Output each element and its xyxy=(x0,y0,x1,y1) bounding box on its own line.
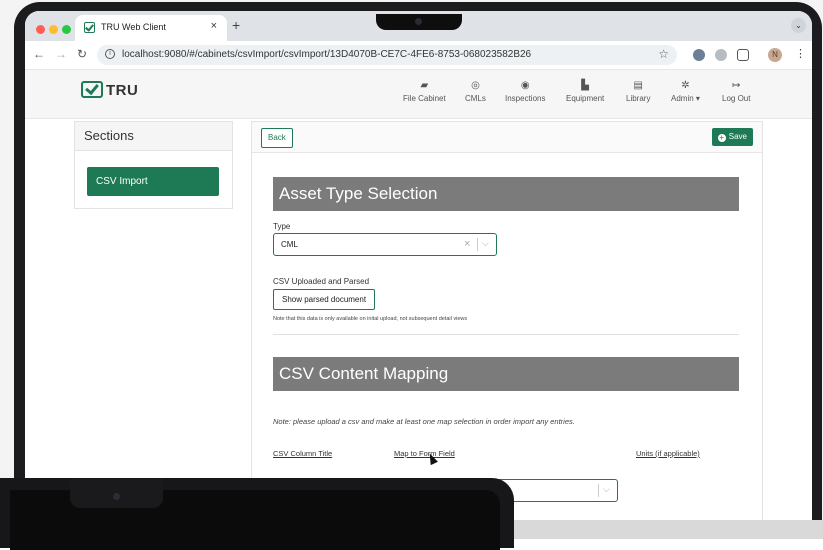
asset-type-heading: Asset Type Selection xyxy=(273,177,739,211)
address-bar: ← → ↻ i localhost:9080/#/cabinets/csvImp… xyxy=(25,41,812,70)
site-info-icon[interactable]: i xyxy=(105,49,115,59)
nav-admin[interactable]: ✲ Admin ▾ xyxy=(671,80,700,103)
back-arrow-icon[interactable]: ← xyxy=(33,47,45,61)
select-separator xyxy=(477,238,478,251)
maximize-window-icon[interactable] xyxy=(62,25,71,34)
logo-text[interactable]: TRU xyxy=(106,82,138,99)
save-button[interactable]: + Save xyxy=(711,128,753,146)
mapping-note: Note: please upload a csv and make at le… xyxy=(273,417,575,426)
csv-mapping-heading: CSV Content Mapping xyxy=(273,357,739,391)
url-text[interactable]: localhost:9080/#/cabinets/csvImport/csvI… xyxy=(122,49,531,60)
forward-arrow-icon[interactable]: → xyxy=(55,47,67,61)
factory-icon: ▙ xyxy=(581,80,589,91)
logout-icon: ↦ xyxy=(732,80,741,91)
nav-label: Equipment xyxy=(566,94,605,103)
column-header-map-field[interactable]: Map to Form Field xyxy=(394,449,455,458)
column-header-units[interactable]: Units (if applicable) xyxy=(636,449,700,458)
select-separator xyxy=(598,484,599,497)
close-window-icon[interactable] xyxy=(36,25,45,34)
extension-icon[interactable] xyxy=(715,49,727,61)
foreground-laptop xyxy=(0,478,514,550)
type-label: Type xyxy=(273,222,291,231)
sections-title: Sections xyxy=(75,122,232,151)
nav-label: Library xyxy=(626,94,651,103)
desk-surface xyxy=(514,520,823,539)
sections-panel: Sections CSV Import xyxy=(74,121,233,209)
page-content: Sections CSV Import Back + Save Asset Typ… xyxy=(25,119,812,532)
plus-circle-icon: + xyxy=(717,133,726,142)
camera-notch xyxy=(376,14,462,30)
minimize-window-icon[interactable] xyxy=(49,25,58,34)
new-tab-button[interactable]: + xyxy=(232,17,240,33)
tab-search-icon[interactable]: ⌄ xyxy=(791,18,806,33)
upload-note: Note that this data is only available on… xyxy=(273,316,468,322)
laptop-frame: TRU Web Client × + ⌄ ← → ↻ i localhost:9… xyxy=(0,0,823,539)
reload-icon[interactable]: ↻ xyxy=(77,47,87,61)
puzzle-extensions-icon[interactable] xyxy=(737,49,749,61)
profile-avatar[interactable]: N xyxy=(768,48,782,62)
nav-label: CMLs xyxy=(465,94,486,103)
nav-inspections[interactable]: ◉ Inspections xyxy=(505,80,545,103)
app-header: TRU ▰ File Cabinet ◎ CMLs ◉ Inspections … xyxy=(25,70,812,119)
folder-icon: ▰ xyxy=(420,80,429,91)
form-toolbar: Back + Save xyxy=(252,122,762,153)
gear-icon: ✲ xyxy=(681,80,690,91)
type-value: CML xyxy=(281,240,298,249)
sidebar-item-csv-import[interactable]: CSV Import xyxy=(87,167,219,196)
nav-cmls[interactable]: ◎ CMLs xyxy=(465,80,486,103)
nav-label: Log Out xyxy=(722,94,751,103)
back-button[interactable]: Back xyxy=(261,128,293,148)
eye-icon: ◉ xyxy=(520,80,530,91)
tru-logo-icon[interactable] xyxy=(81,81,103,98)
csv-uploaded-label: CSV Uploaded and Parsed xyxy=(273,277,370,286)
extension-icon[interactable] xyxy=(693,49,705,61)
tru-favicon-icon xyxy=(84,22,95,33)
clear-icon[interactable]: × xyxy=(464,238,470,250)
show-parsed-document-button[interactable]: Show parsed document xyxy=(273,289,376,310)
save-label: Save xyxy=(728,132,747,141)
type-select[interactable]: CML × ⌵ xyxy=(273,233,497,256)
main-panel: Back + Save Asset Type Selection Type CML… xyxy=(251,121,763,532)
book-icon: ▤ xyxy=(633,80,643,91)
nav-library[interactable]: ▤ Library xyxy=(626,80,650,103)
nav-label: File Cabinet xyxy=(403,94,446,103)
nav-label: Inspections xyxy=(505,94,546,103)
browser-tab[interactable]: TRU Web Client × xyxy=(75,15,227,41)
foreground-camera-notch xyxy=(70,478,163,508)
tab-title: TRU Web Client xyxy=(101,22,166,32)
close-tab-icon[interactable]: × xyxy=(211,20,217,32)
section-divider xyxy=(273,334,739,335)
bookmark-star-icon[interactable]: ☆ xyxy=(658,47,669,61)
nav-log-out[interactable]: ↦ Log Out xyxy=(722,80,750,103)
url-field[interactable]: i localhost:9080/#/cabinets/csvImport/cs… xyxy=(97,45,677,65)
nav-equipment[interactable]: ▙ Equipment xyxy=(566,80,604,103)
nav-label: Admin ▾ xyxy=(671,94,700,103)
browser-window: TRU Web Client × + ⌄ ← → ↻ i localhost:9… xyxy=(25,11,812,532)
window-controls xyxy=(36,21,75,39)
column-header-csv-title[interactable]: CSV Column Title xyxy=(273,449,332,458)
chevron-down-icon[interactable]: ⌵ xyxy=(603,484,610,495)
target-icon: ◎ xyxy=(471,80,480,91)
nav-file-cabinet[interactable]: ▰ File Cabinet xyxy=(403,80,446,103)
browser-menu-icon[interactable]: ⋮ xyxy=(795,47,806,60)
chevron-down-icon[interactable]: ⌵ xyxy=(482,238,489,249)
